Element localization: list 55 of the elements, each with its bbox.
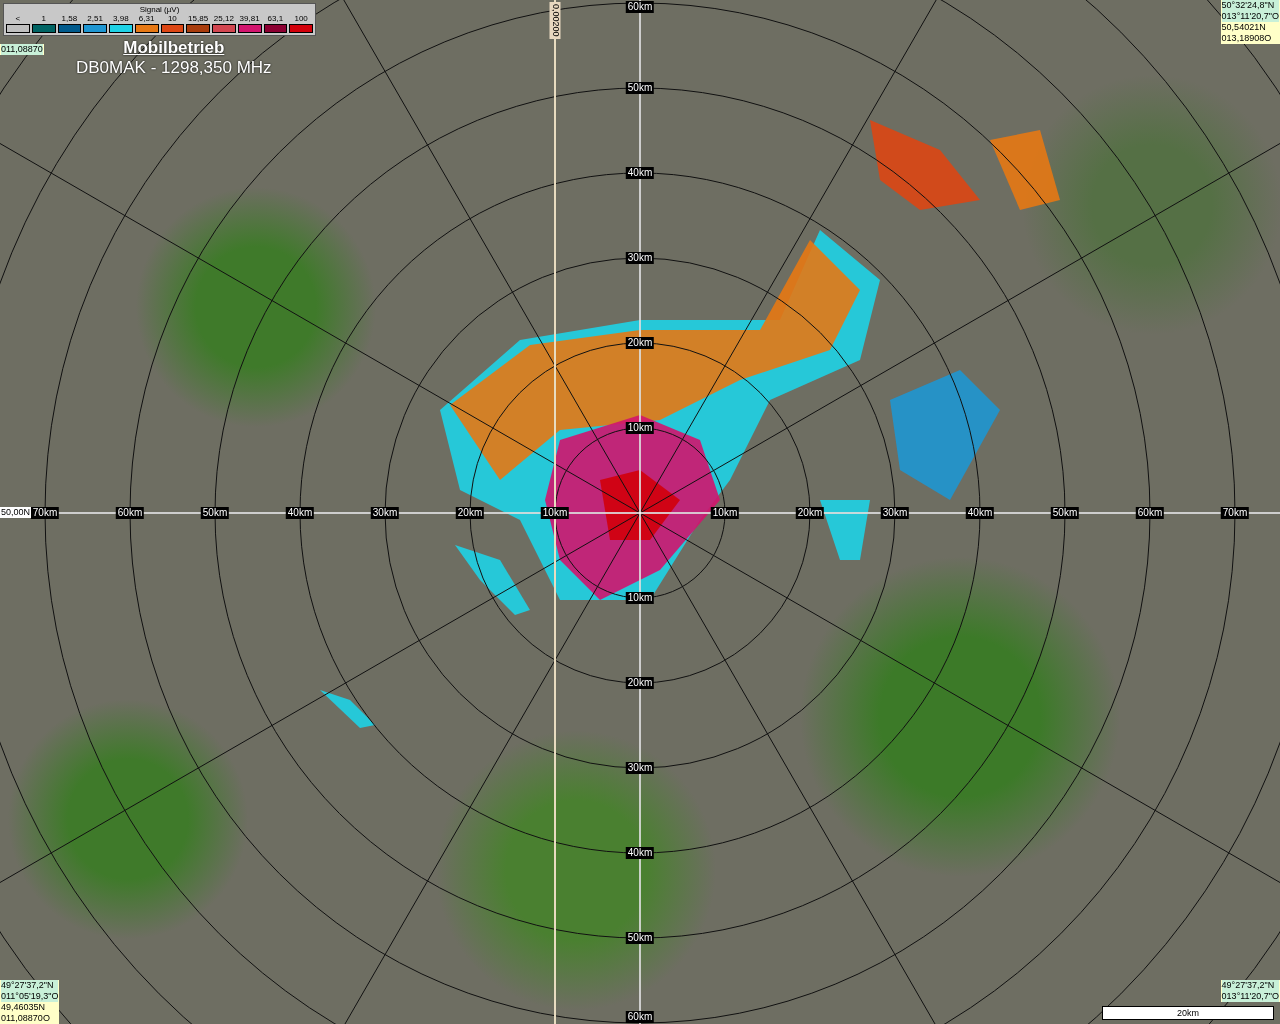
range-label: 50km — [200, 507, 230, 519]
range-label: 60km — [625, 1, 655, 13]
range-label: 20km — [625, 337, 655, 349]
legend-label: 1 — [41, 14, 46, 24]
coordinate-text: 011,08870O — [1, 1013, 51, 1024]
coordinate-text: 50°32'24,8"N — [1221, 0, 1279, 11]
range-label: 60km — [625, 1011, 655, 1023]
coordinate-text: 013,18908O — [1221, 33, 1273, 44]
legend-label: 1,58 — [61, 14, 78, 24]
range-label: 50km — [625, 932, 655, 944]
range-label: 10km — [625, 422, 655, 434]
coordinate-label: 50,00N — [0, 507, 32, 518]
range-label: 40km — [965, 507, 995, 519]
range-label: 40km — [625, 847, 655, 859]
station-title: DB0MAK - 1298,350 MHz — [76, 58, 272, 78]
range-label: 10km — [710, 507, 740, 519]
axis-label: 0,00200 — [549, 2, 561, 39]
legend-label: 2,51 — [87, 14, 103, 24]
legend-label: 100 — [294, 14, 308, 24]
coordinate-text: 49°27'37,2"N — [1221, 980, 1279, 991]
coordinate-text: 011,08870 — [1, 44, 43, 55]
range-label: 20km — [455, 507, 485, 519]
range-label: 40km — [625, 167, 655, 179]
range-label: 30km — [370, 507, 400, 519]
coordinate-text: 49°27'37,2"N — [1, 980, 59, 991]
scale-bar: 20km — [1102, 1006, 1274, 1020]
range-label: 50km — [625, 82, 655, 94]
range-label: 30km — [625, 252, 655, 264]
range-label: 50km — [1050, 507, 1080, 519]
map-heading: Mobilbetrieb — [123, 38, 225, 58]
range-label: 30km — [880, 507, 910, 519]
legend-label: 15,85 — [188, 14, 209, 24]
coordinate-text: 50,54021N — [1221, 22, 1267, 33]
range-label: 10km — [540, 507, 570, 519]
legend-label: 3,98 — [113, 14, 129, 24]
legend-label: < — [15, 14, 21, 24]
range-label: 30km — [625, 762, 655, 774]
range-label: 20km — [625, 677, 655, 689]
legend-label: 39,81 — [239, 14, 260, 24]
coordinate-text: 013°11'20,7"O — [1221, 991, 1279, 1002]
range-label: 70km — [30, 507, 60, 519]
legend-title: Signal (µV) — [139, 5, 180, 14]
legend-label: 63,1 — [267, 14, 284, 24]
coordinate-text: 011°05'19,3"O — [1, 991, 59, 1002]
range-label: 60km — [1135, 507, 1165, 519]
range-label: 20km — [795, 507, 825, 519]
range-label: 40km — [285, 507, 315, 519]
range-label: 60km — [115, 507, 145, 519]
coordinate-text: 49,46035N — [1, 1002, 47, 1013]
legend-label: 6,31 — [138, 14, 155, 24]
legend-label: 25,12 — [213, 14, 234, 24]
range-label: 70km — [1220, 507, 1250, 519]
range-label: 10km — [625, 592, 655, 604]
legend-label: 10 — [167, 14, 177, 24]
coordinate-text: 013°11'20,7"O — [1221, 11, 1279, 22]
